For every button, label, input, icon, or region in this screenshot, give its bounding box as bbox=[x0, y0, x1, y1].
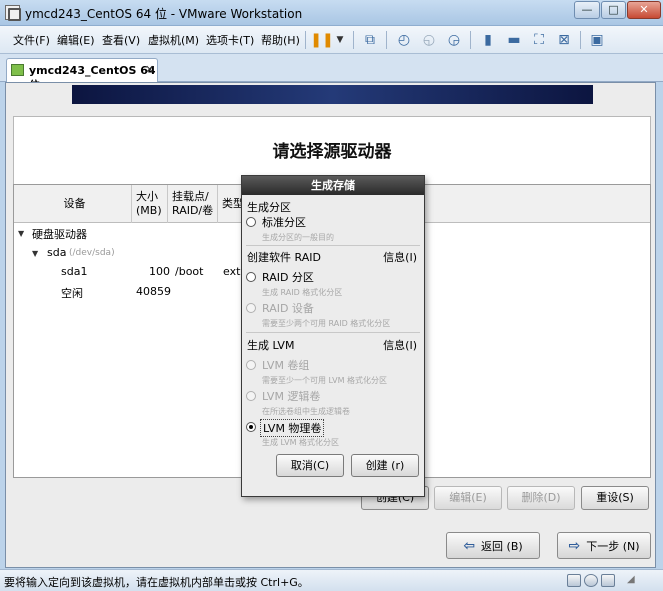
console-view-icon[interactable]: ▬ bbox=[504, 30, 524, 50]
arrow-right-icon: ⇨ bbox=[568, 537, 581, 554]
delete-partition-button[interactable]: 删除(D) bbox=[507, 486, 575, 510]
column-header-device[interactable]: 设备 bbox=[14, 185, 132, 223]
radio-standard-partition[interactable] bbox=[246, 217, 256, 227]
status-message: 要将输入定向到该虚拟机，请在虚拟机内部单击或按 Ctrl+G。 bbox=[4, 576, 309, 589]
dialog-create-button[interactable]: 创建 (r) bbox=[351, 454, 419, 477]
next-button-label: 下一步 (N) bbox=[586, 539, 640, 553]
cdrom-icon[interactable] bbox=[584, 574, 598, 587]
section-raid: 创建软件 RAID bbox=[247, 251, 321, 264]
arrow-left-icon: ⇦ bbox=[463, 537, 476, 554]
radio-raid-device[interactable] bbox=[246, 303, 256, 313]
vmware-app-icon bbox=[5, 5, 21, 21]
option-raid-partition[interactable]: RAID 分区 bbox=[262, 269, 314, 285]
row-device: 空闲 bbox=[61, 287, 83, 300]
dialog-cancel-button[interactable]: 取消(C) bbox=[276, 454, 344, 477]
disk-path: (/dev/sda) bbox=[69, 248, 115, 258]
window-titlebar: ymcd243_CentOS 64 位 - VMware Workstation… bbox=[0, 0, 663, 26]
close-tab-icon[interactable]: ✕ bbox=[145, 63, 154, 76]
menu-edit[interactable]: 编辑(E) bbox=[57, 32, 95, 48]
option-lvm-logical-volume[interactable]: LVM 逻辑卷 bbox=[262, 388, 320, 404]
toolbar-separator bbox=[386, 31, 387, 49]
menu-tabs[interactable]: 选项卡(T) bbox=[206, 32, 254, 48]
page-title: 请选择源驱动器 bbox=[272, 142, 392, 162]
edit-partition-button[interactable]: 编辑(E) bbox=[434, 486, 502, 510]
guest-screen[interactable]: 请选择源驱动器 设备 大小 (MB) 挂载点/ RAID/卷 类型 ▼ 硬盘驱动… bbox=[5, 82, 656, 568]
option-standard-desc: 生成分区的一般目的 bbox=[262, 233, 334, 242]
row-type: ext bbox=[223, 265, 241, 278]
option-lvm-physical-volume[interactable]: LVM 物理卷 bbox=[260, 419, 325, 437]
next-button[interactable]: ⇨ 下一步 (N) bbox=[557, 532, 651, 559]
dialog-separator bbox=[246, 245, 420, 246]
tab-vm[interactable]: ymcd243_CentOS 64 位 ✕ bbox=[6, 58, 158, 92]
back-button[interactable]: ⇦ 返回 (B) bbox=[446, 532, 540, 559]
menu-view[interactable]: 查看(V) bbox=[102, 32, 140, 48]
row-mount: /boot bbox=[175, 265, 204, 278]
radio-lvm-vg[interactable] bbox=[246, 360, 256, 370]
menu-vm[interactable]: 虚拟机(M) bbox=[148, 32, 199, 48]
create-storage-dialog: 生成存储 生成分区 标准分区 生成分区的一般目的 创建软件 RAID 信息(I)… bbox=[241, 175, 425, 497]
snapshot-icon[interactable]: ◴ bbox=[394, 30, 414, 50]
option-raid-device-desc: 需要至少两个可用 RAID 格式化分区 bbox=[262, 319, 391, 328]
back-button-label: 返回 (B) bbox=[481, 539, 523, 553]
raid-info-button[interactable]: 信息(I) bbox=[383, 249, 417, 265]
sidebar-view-icon[interactable]: ▮ bbox=[478, 30, 498, 50]
dialog-title: 生成存储 bbox=[242, 176, 424, 195]
row-size: 100 bbox=[149, 265, 170, 278]
toolbar-separator bbox=[305, 31, 306, 49]
snapshot-manager-icon[interactable]: ◶ bbox=[444, 30, 464, 50]
menubar: 文件(F) 编辑(E) 查看(V) 虚拟机(M) 选项卡(T) 帮助(H) ❚❚… bbox=[0, 26, 663, 54]
pause-icon[interactable]: ❚❚ bbox=[310, 30, 333, 50]
menu-help[interactable]: 帮助(H) bbox=[261, 32, 300, 48]
expand-triangle-icon[interactable]: ▼ bbox=[18, 229, 24, 238]
row-size: 40859 bbox=[136, 285, 171, 298]
menu-file[interactable]: 文件(F) bbox=[13, 32, 50, 48]
option-raid-partition-desc: 生成 RAID 格式化分区 bbox=[262, 288, 343, 297]
window-title: ymcd243_CentOS 64 位 - VMware Workstation bbox=[25, 7, 303, 21]
expand-triangle-icon[interactable]: ▼ bbox=[32, 249, 38, 258]
section-lvm: 生成 LVM bbox=[247, 339, 295, 352]
radio-lvm-lv[interactable] bbox=[246, 391, 256, 401]
option-lvm-logical-volume-desc: 在所选卷组中生成逻辑卷 bbox=[262, 407, 350, 416]
radio-lvm-pv[interactable] bbox=[246, 422, 256, 432]
lvm-info-button[interactable]: 信息(I) bbox=[383, 337, 417, 353]
installer-banner bbox=[72, 85, 593, 104]
option-lvm-volume-group[interactable]: LVM 卷组 bbox=[262, 357, 309, 373]
library-icon[interactable]: ▣ bbox=[587, 30, 607, 50]
option-lvm-volume-group-desc: 需要至少一个可用 LVM 格式化分区 bbox=[262, 376, 388, 385]
reset-button[interactable]: 重设(S) bbox=[581, 486, 649, 510]
close-window-button[interactable]: ✕ bbox=[627, 1, 661, 19]
resize-grip-icon: ◢ bbox=[627, 574, 635, 585]
option-lvm-physical-volume-desc: 生成 LVM 格式化分区 bbox=[262, 438, 340, 447]
dialog-separator bbox=[246, 332, 420, 333]
status-bar: 要将输入定向到该虚拟机，请在虚拟机内部单击或按 Ctrl+G。 ◢ bbox=[0, 569, 663, 591]
fullscreen-icon[interactable]: ⛶ bbox=[529, 30, 549, 50]
maximize-button[interactable]: □ bbox=[601, 1, 626, 19]
radio-raid-partition[interactable] bbox=[246, 272, 256, 282]
chevron-down-icon[interactable]: ▼ bbox=[330, 30, 350, 50]
toolbar-separator bbox=[470, 31, 471, 49]
revert-snapshot-icon[interactable]: ◵ bbox=[419, 30, 439, 50]
column-header-mount[interactable]: 挂载点/ RAID/卷 bbox=[168, 185, 218, 223]
option-raid-device[interactable]: RAID 设备 bbox=[262, 300, 314, 316]
vm-tab-strip: ymcd243_CentOS 64 位 ✕ bbox=[0, 54, 663, 92]
hard-disk-icon[interactable] bbox=[567, 574, 581, 587]
send-ctrl-alt-del-icon[interactable]: ⧉ bbox=[360, 30, 380, 50]
column-header-size[interactable]: 大小 (MB) bbox=[132, 185, 168, 223]
network-icon[interactable] bbox=[601, 574, 615, 587]
vm-icon bbox=[11, 64, 24, 76]
minimize-button[interactable]: — bbox=[574, 1, 600, 19]
unity-icon[interactable]: ⊠ bbox=[554, 30, 574, 50]
toolbar-separator bbox=[353, 31, 354, 49]
disk-group-label[interactable]: 硬盘驱动器 bbox=[32, 226, 87, 242]
section-partition: 生成分区 bbox=[247, 201, 291, 214]
toolbar-separator bbox=[580, 31, 581, 49]
row-device: sda1 bbox=[61, 265, 88, 278]
disk-name[interactable]: sda bbox=[47, 246, 66, 259]
option-standard-partition[interactable]: 标准分区 bbox=[262, 214, 306, 230]
